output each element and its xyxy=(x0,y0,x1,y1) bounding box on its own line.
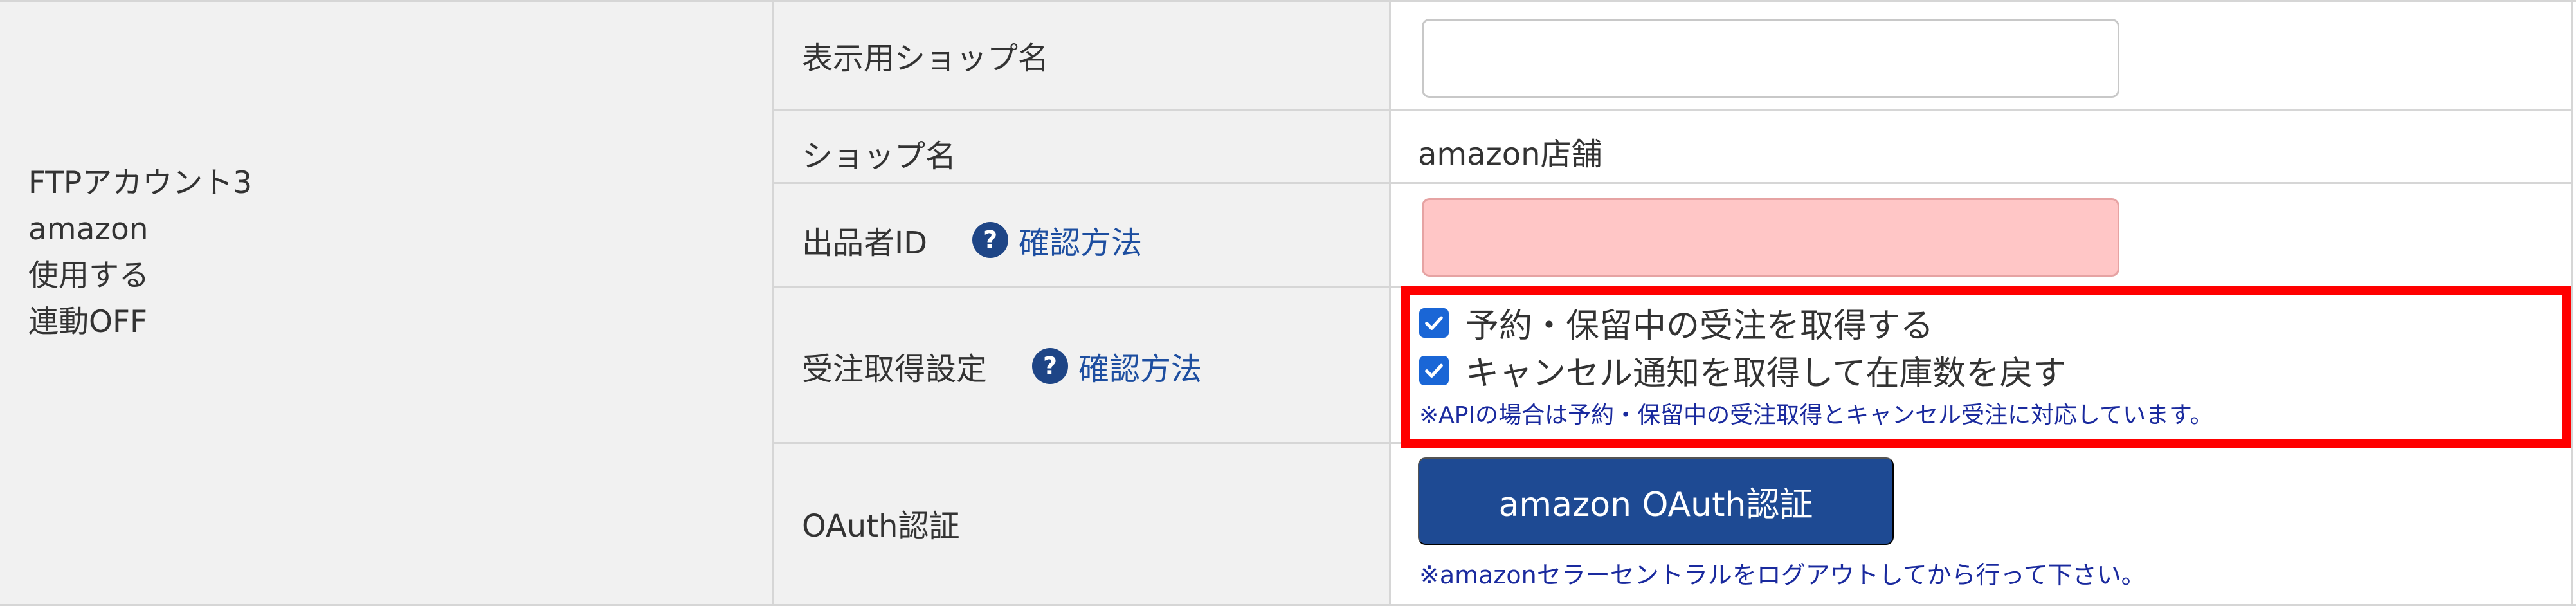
seller-id-label-cell: 出品者ID ? 確認方法 xyxy=(774,184,1389,288)
question-circle-icon[interactable]: ? xyxy=(1032,348,1069,384)
shop-name-value: amazon店舗 xyxy=(1418,136,1602,172)
account-summary: FTPアカウント3 amazon 使用する 連動OFF xyxy=(28,160,252,345)
reserve-hold-orders-checkbox[interactable] xyxy=(1419,308,1449,338)
cancel-restock-checkbox[interactable] xyxy=(1419,355,1449,385)
display-shop-name-value-cell xyxy=(1391,2,2571,111)
field-label-column: 表示用ショップ名 ショップ名 出品者ID ? 確認方法 受注取得設定 ? 確認方… xyxy=(774,2,1391,604)
order-settings-help[interactable]: ? 確認方法 xyxy=(1032,344,1202,389)
reserve-hold-orders-label[interactable]: 予約・保留中の受注を取得する xyxy=(1465,298,1934,347)
amazon-shop-settings-table: FTPアカウント3 amazon 使用する 連動OFF 表示用ショップ名 ショッ… xyxy=(0,0,2576,606)
seller-id-help-link[interactable]: 確認方法 xyxy=(1019,217,1142,262)
cancel-restock-label[interactable]: キャンセル通知を取得して在庫数を戻す xyxy=(1465,346,2066,394)
field-value-column: amazon店舗 予約・保留中の受注を取得する キャンセル通知を取得して在庫数を… xyxy=(1391,2,2573,604)
account-usage-status: 使用する xyxy=(28,258,149,293)
order-settings-label: 受注取得設定 xyxy=(802,351,988,387)
oauth-value-cell: amazon OAuth認証 ※amazonセラーセントラルをログアウトしてから… xyxy=(1391,444,2571,606)
display-shop-name-label: 表示用ショップ名 xyxy=(802,41,1049,77)
shop-name-value-cell: amazon店舗 xyxy=(1391,111,2571,184)
checkmark-icon xyxy=(1425,316,1443,330)
oauth-logout-note: ※amazonセラーセントラルをログアウトしてから行って下さい。 xyxy=(1419,561,2146,589)
account-name: FTPアカウント3 xyxy=(28,165,253,201)
order-settings-label-group: 受注取得設定 ? 確認方法 xyxy=(802,344,1202,389)
seller-id-label: 出品者ID xyxy=(802,225,928,261)
oauth-label-cell: OAuth認証 xyxy=(774,444,1389,606)
order-settings-label-cell: 受注取得設定 ? 確認方法 xyxy=(774,288,1389,444)
seller-id-input[interactable] xyxy=(1422,198,2119,277)
account-platform: amazon xyxy=(28,212,149,247)
shop-name-label: ショップ名 xyxy=(802,138,957,174)
seller-id-help[interactable]: ? 確認方法 xyxy=(972,217,1142,262)
cancel-restock-option[interactable]: キャンセル通知を取得して在庫数を戻す xyxy=(1419,346,2066,394)
seller-id-value-cell xyxy=(1391,184,2571,288)
api-support-note: ※APIの場合は予約・保留中の受注取得とキャンセル受注に対応しています。 xyxy=(1419,402,2213,428)
order-settings-value-cell: 予約・保留中の受注を取得する キャンセル通知を取得して在庫数を戻す ※APIの場… xyxy=(1391,288,2571,444)
question-circle-icon[interactable]: ? xyxy=(972,222,1009,258)
order-settings-help-link[interactable]: 確認方法 xyxy=(1078,344,1202,389)
seller-id-label-group: 出品者ID ? 確認方法 xyxy=(802,217,1142,262)
shop-name-label-cell: ショップ名 xyxy=(774,111,1389,184)
reserve-hold-orders-option[interactable]: 予約・保留中の受注を取得する xyxy=(1419,298,1934,347)
amazon-oauth-button[interactable]: amazon OAuth認証 xyxy=(1418,457,1894,545)
oauth-label: OAuth認証 xyxy=(802,508,960,544)
display-shop-name-label-cell: 表示用ショップ名 xyxy=(774,2,1389,111)
checkmark-icon xyxy=(1425,363,1443,378)
account-sync-status: 連動OFF xyxy=(28,304,148,340)
display-shop-name-input[interactable] xyxy=(1422,19,2119,98)
account-summary-cell: FTPアカウント3 amazon 使用する 連動OFF xyxy=(0,2,774,604)
